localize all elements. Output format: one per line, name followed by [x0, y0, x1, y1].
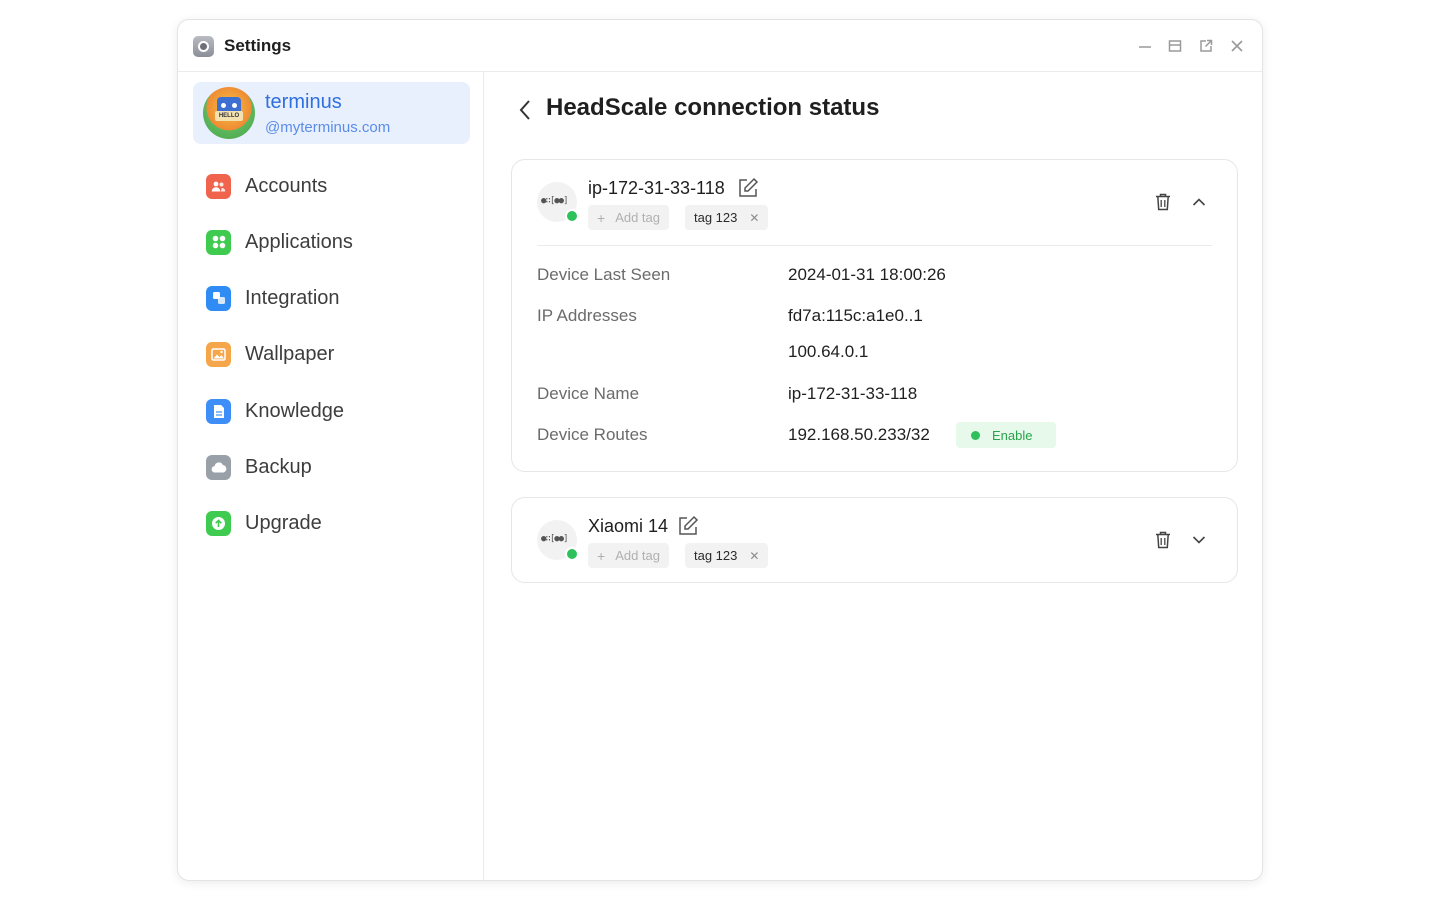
trash-icon: [1156, 531, 1170, 549]
sidebar-item-accounts[interactable]: Accounts: [206, 171, 327, 201]
user-profile-card[interactable]: HELLO terminus @myterminus.com: [193, 82, 470, 144]
headscale-logo-icon: ●∷[●●]: [541, 196, 568, 206]
device-card: ●∷[●●] Xiaomi 14 + Add tag tag 123 ✕: [511, 497, 1238, 583]
delete-device-button[interactable]: [1152, 529, 1174, 551]
sidebar-item-label: Backup: [245, 455, 312, 478]
page-title: HeadScale connection status: [546, 94, 880, 121]
chevron-up-icon: [1192, 198, 1206, 206]
avatar: HELLO: [203, 87, 255, 139]
remove-tag-icon[interactable]: ✕: [749, 211, 759, 225]
device-name-label: Device Name: [537, 384, 640, 403]
edit-name-button[interactable]: [737, 177, 759, 199]
title-bar: Settings: [178, 20, 1262, 72]
tag-label: tag 123: [694, 210, 738, 225]
minimize-button[interactable]: [1136, 37, 1154, 55]
accounts-icon: [206, 173, 231, 199]
sidebar-item-label: Wallpaper: [245, 342, 335, 365]
device-avatar: ●∷[●●]: [537, 520, 579, 561]
sidebar-item-label: Knowledge: [245, 399, 344, 422]
chevron-down-icon: [1192, 536, 1206, 544]
remove-tag-icon[interactable]: ✕: [749, 549, 759, 563]
sidebar: HELLO terminus @myterminus.com Accounts …: [178, 72, 484, 880]
tag-chip: tag 123 ✕: [685, 205, 769, 230]
last-seen-label: Device Last Seen: [537, 265, 671, 284]
close-icon: [1231, 40, 1243, 52]
add-tag-label: Add tag: [615, 548, 661, 563]
sidebar-item-label: Integration: [245, 286, 340, 309]
external-link-icon: [1200, 39, 1213, 52]
backup-icon: [206, 454, 231, 480]
user-name: terminus: [265, 91, 342, 113]
route-status-label: Enable: [992, 427, 1033, 443]
online-status-icon: [565, 547, 579, 561]
edit-icon: [679, 515, 699, 535]
device-route-value: 192.168.50.233/32: [788, 425, 930, 444]
upgrade-icon: [206, 510, 231, 536]
maximize-icon: [1168, 40, 1182, 52]
device-name: ip-172-31-33-118: [588, 178, 725, 198]
device-routes-label: Device Routes: [537, 425, 648, 444]
sidebar-item-upgrade[interactable]: Upgrade: [206, 508, 322, 538]
sidebar-item-label: Accounts: [245, 174, 328, 197]
maximize-button[interactable]: [1166, 37, 1184, 55]
add-tag-button[interactable]: + Add tag: [588, 205, 670, 230]
tag-chip: tag 123 ✕: [685, 543, 769, 568]
integration-icon: [206, 285, 231, 311]
knowledge-icon: [206, 398, 231, 424]
ip-addresses-label: IP Addresses: [537, 306, 637, 325]
main-content: HeadScale connection status ●∷[●●] ip-17…: [485, 72, 1262, 880]
settings-app-icon: [193, 36, 214, 57]
sidebar-item-label: Applications: [245, 230, 353, 253]
sidebar-item-knowledge[interactable]: Knowledge: [206, 396, 344, 426]
plus-icon: +: [597, 547, 606, 564]
sidebar-item-integration[interactable]: Integration: [206, 283, 340, 313]
plus-icon: +: [597, 209, 606, 226]
ip-address-value: fd7a:115c:a1e0..1: [788, 306, 923, 325]
trash-icon: [1156, 193, 1170, 211]
last-seen-value: 2024-01-31 18:00:26: [788, 265, 946, 284]
route-status-badge[interactable]: Enable: [956, 422, 1056, 448]
popout-button[interactable]: [1197, 37, 1215, 55]
wallpaper-icon: [206, 341, 231, 367]
collapse-button[interactable]: [1188, 191, 1210, 213]
add-tag-label: Add tag: [615, 210, 661, 225]
chevron-left-icon: [519, 100, 530, 120]
edit-name-button[interactable]: [677, 515, 699, 537]
sidebar-item-label: Upgrade: [245, 511, 322, 534]
back-button[interactable]: [513, 97, 537, 123]
delete-device-button[interactable]: [1152, 191, 1174, 213]
sidebar-item-applications[interactable]: Applications: [206, 227, 353, 257]
applications-icon: [206, 229, 231, 255]
minimize-icon: [1139, 46, 1151, 48]
status-dot-icon: [971, 430, 980, 440]
settings-window: Settings HELLO terminus @myterminus.com: [177, 19, 1263, 881]
sidebar-item-backup[interactable]: Backup: [206, 452, 312, 482]
device-avatar: ●∷[●●]: [537, 182, 579, 223]
tag-label: tag 123: [694, 548, 738, 563]
ip-address-value: 100.64.0.1: [788, 342, 869, 361]
device-name-value: ip-172-31-33-118: [788, 384, 918, 403]
device-card: ●∷[●●] ip-172-31-33-118 + Add tag tag 12…: [511, 159, 1238, 472]
device-name: Xiaomi 14: [588, 516, 669, 536]
user-domain: @myterminus.com: [265, 119, 391, 136]
expand-button[interactable]: [1188, 529, 1210, 551]
headscale-logo-icon: ●∷[●●]: [541, 534, 568, 544]
divider: [537, 245, 1212, 246]
add-tag-button[interactable]: + Add tag: [588, 543, 670, 568]
online-status-icon: [565, 209, 579, 223]
sidebar-item-wallpaper[interactable]: Wallpaper: [206, 339, 334, 369]
edit-icon: [739, 177, 759, 197]
window-title: Settings: [224, 36, 292, 55]
close-button[interactable]: [1228, 37, 1246, 55]
